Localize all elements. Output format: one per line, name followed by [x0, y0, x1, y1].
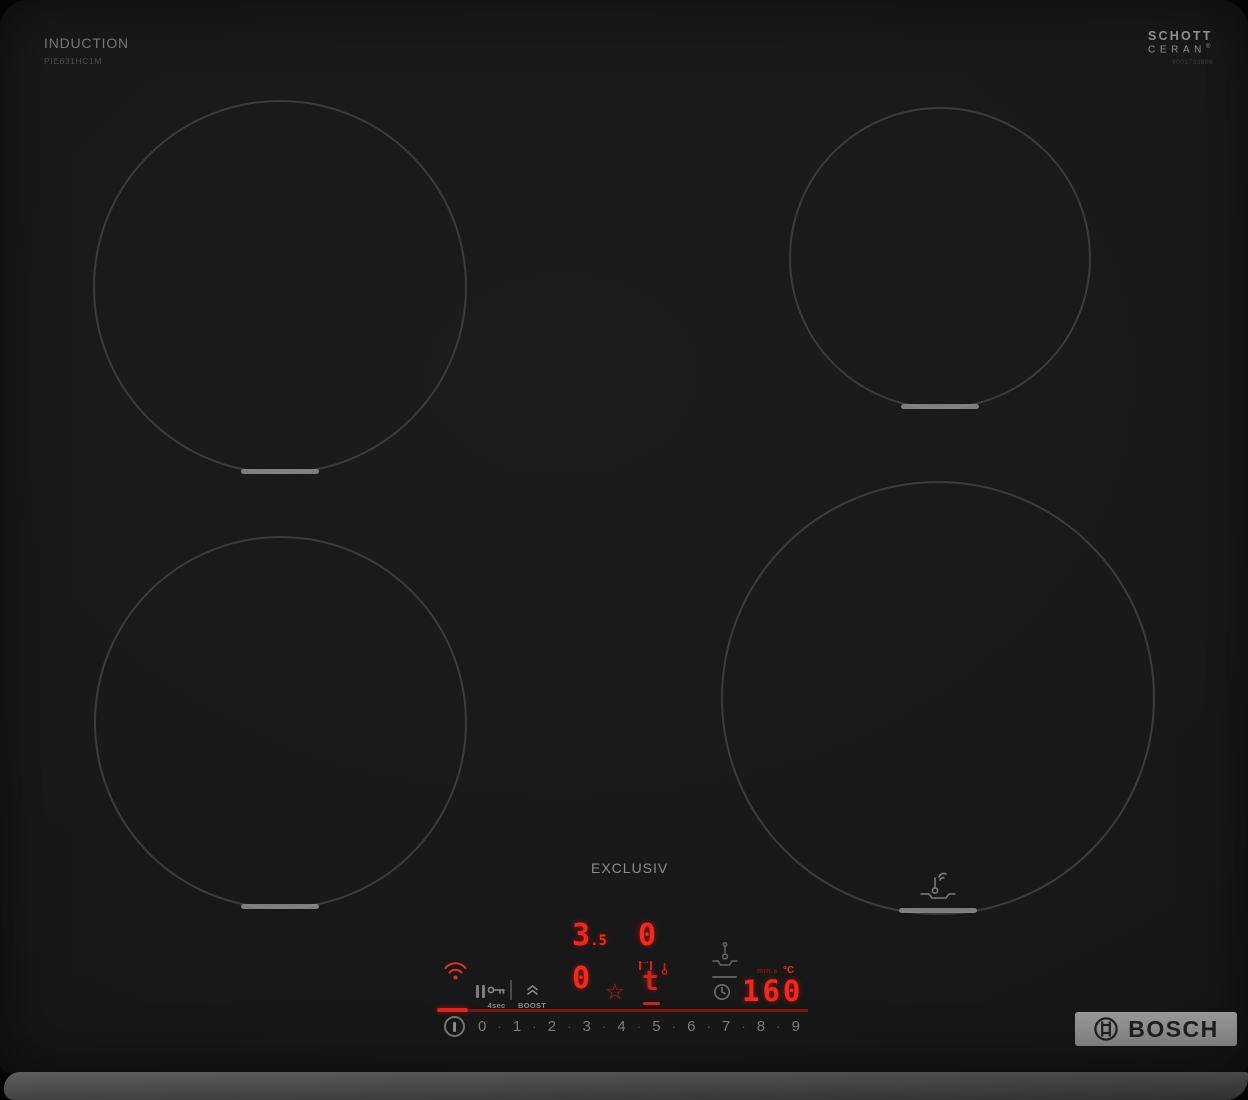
slider-level-9[interactable]: 9 — [792, 1018, 800, 1035]
fry-sensor-key-icon[interactable] — [710, 941, 740, 968]
favorite-star-key[interactable]: ☆ — [605, 981, 625, 1003]
panel-divider — [510, 980, 512, 1000]
slider-level-3[interactable]: 3 — [583, 1018, 591, 1035]
induction-hob-photo: INDUCTION PIE631HC1M SCHOTT CERAN® 90017… — [0, 0, 1248, 1100]
series-label: EXCLUSIV — [591, 860, 669, 876]
boost-key[interactable]: BOOST — [518, 982, 546, 1010]
timer-zone-display[interactable]: t — [642, 967, 659, 995]
pause-icon — [482, 985, 485, 998]
rear-left-power-display[interactable]: 3.5 — [572, 921, 607, 951]
slider-level-6[interactable]: 6 — [687, 1018, 695, 1035]
model-number: PIE631HC1M — [44, 56, 102, 66]
slider-level-1[interactable]: 1 — [513, 1018, 521, 1035]
burner-rear-right-marker — [901, 404, 979, 409]
bosch-symbol-icon — [1094, 1017, 1118, 1041]
boost-icon — [526, 985, 538, 995]
power-decimal: 5 — [598, 933, 607, 949]
burner-front-right — [721, 481, 1155, 915]
part-number: 9001733806 — [1172, 59, 1214, 66]
fry-sensor-icon — [920, 872, 956, 899]
temperature-display: 160 — [742, 974, 804, 1008]
burner-rear-left — [93, 100, 467, 474]
slider-level-7[interactable]: 7 — [722, 1018, 730, 1035]
mini-thermometer-icon — [661, 962, 668, 975]
key-lock-key[interactable]: 4sec — [487, 982, 506, 1010]
ceran-wordmark: CERAN® — [1148, 44, 1211, 56]
timer-underline-segment — [643, 1002, 660, 1005]
slider-level-0[interactable]: 0 — [478, 1018, 486, 1035]
front-left-power-display[interactable]: 0 — [572, 964, 590, 994]
clock-icon[interactable] — [713, 983, 731, 1001]
control-panel: 4sec BOOST 3.5 0 0 ☆ → t min.s °C 160 0 … — [430, 915, 822, 1055]
burner-front-left-marker — [241, 904, 319, 909]
burner-rear-left-marker — [241, 469, 319, 474]
sensor-divider-line — [712, 976, 737, 978]
power-level-slider[interactable]: 0 · 1 · 2 · 3 · 4 · 5 · 6 · 7 · 8 · 9 — [478, 1018, 800, 1035]
burner-front-right-marker — [899, 908, 977, 913]
slider-level-5[interactable]: 5 — [652, 1018, 660, 1035]
wifi-icon — [444, 962, 467, 980]
pause-icon — [476, 985, 479, 998]
slider-active-segment[interactable] — [437, 1008, 468, 1012]
slider-level-4[interactable]: 4 — [617, 1018, 625, 1035]
slider-level-2[interactable]: 2 — [548, 1018, 556, 1035]
bosch-logo-badge: BOSCH — [1075, 1012, 1237, 1046]
type-label: INDUCTION — [44, 35, 129, 51]
power-icon — [453, 1021, 456, 1032]
bosch-wordmark: BOSCH — [1128, 1015, 1219, 1042]
slider-level-8[interactable]: 8 — [757, 1018, 765, 1035]
burner-front-left — [94, 536, 467, 909]
registered-mark: ® — [1206, 44, 1211, 50]
power-button[interactable] — [444, 1016, 465, 1037]
rear-right-power-display[interactable]: 0 — [638, 921, 656, 951]
schott-ceran-logo: SCHOTT CERAN® — [1148, 29, 1210, 55]
schott-wordmark: SCHOTT — [1148, 29, 1213, 43]
front-trim-strip — [4, 1072, 1248, 1100]
burner-rear-right — [789, 107, 1091, 409]
key-icon — [487, 986, 505, 994]
slider-track-line[interactable] — [468, 1009, 808, 1012]
